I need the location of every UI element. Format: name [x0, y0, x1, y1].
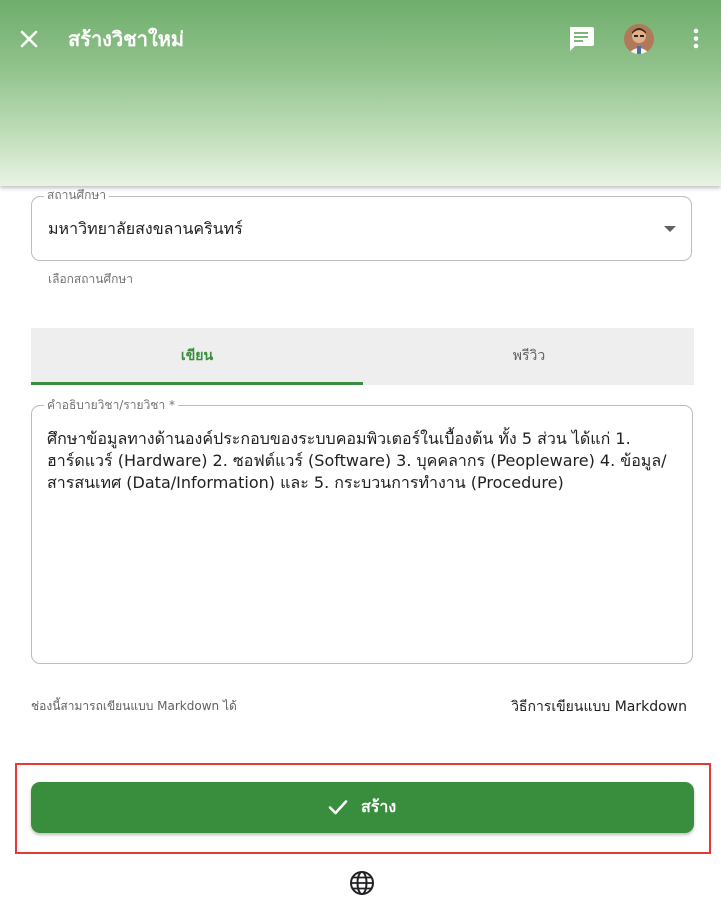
chat-icon: [570, 27, 594, 51]
editor-tabs: เขียน พรีวิว: [31, 328, 694, 385]
create-button[interactable]: สร้าง: [31, 782, 694, 833]
institution-value: มหาวิทยาลัยสงขลานครินทร์: [48, 219, 243, 238]
institution-label: สถานศึกษา: [44, 188, 110, 202]
markdown-hint: ช่องนี้สามารถเขียนแบบ Markdown ได้: [31, 699, 237, 713]
description-label: คำอธิบายวิชา/รายวิชา *: [44, 398, 178, 412]
page-title: สร้างวิชาใหม่: [68, 27, 185, 51]
institution-select[interactable]: สถานศึกษา มหาวิทยาลัยสงขลานครินทร์: [31, 188, 692, 261]
institution-helper-text: เลือกสถานศึกษา: [48, 272, 133, 286]
language-button[interactable]: [349, 870, 375, 896]
tab-preview[interactable]: พรีวิว: [363, 328, 695, 385]
check-icon: [328, 800, 348, 815]
more-vert-icon: [693, 28, 699, 49]
close-icon: [20, 30, 38, 48]
markdown-guide-link[interactable]: วิธีการเขียนแบบ Markdown: [511, 696, 687, 718]
create-button-label: สร้าง: [361, 797, 397, 816]
avatar[interactable]: [624, 24, 654, 54]
description-text[interactable]: ศึกษาข้อมูลทางด้านองค์ประกอบของระบบคอมพิ…: [47, 428, 677, 494]
more-options-button[interactable]: [686, 26, 706, 52]
dropdown-arrow-icon: [664, 226, 676, 232]
tab-write[interactable]: เขียน: [31, 328, 363, 385]
feedback-button[interactable]: [566, 24, 596, 54]
description-textarea[interactable]: คำอธิบายวิชา/รายวิชา * ศึกษาข้อมูลทางด้า…: [31, 398, 693, 664]
globe-icon: [350, 871, 374, 895]
close-button[interactable]: [14, 24, 44, 54]
app-header: สร้างวิชาใหม่: [0, 0, 721, 186]
